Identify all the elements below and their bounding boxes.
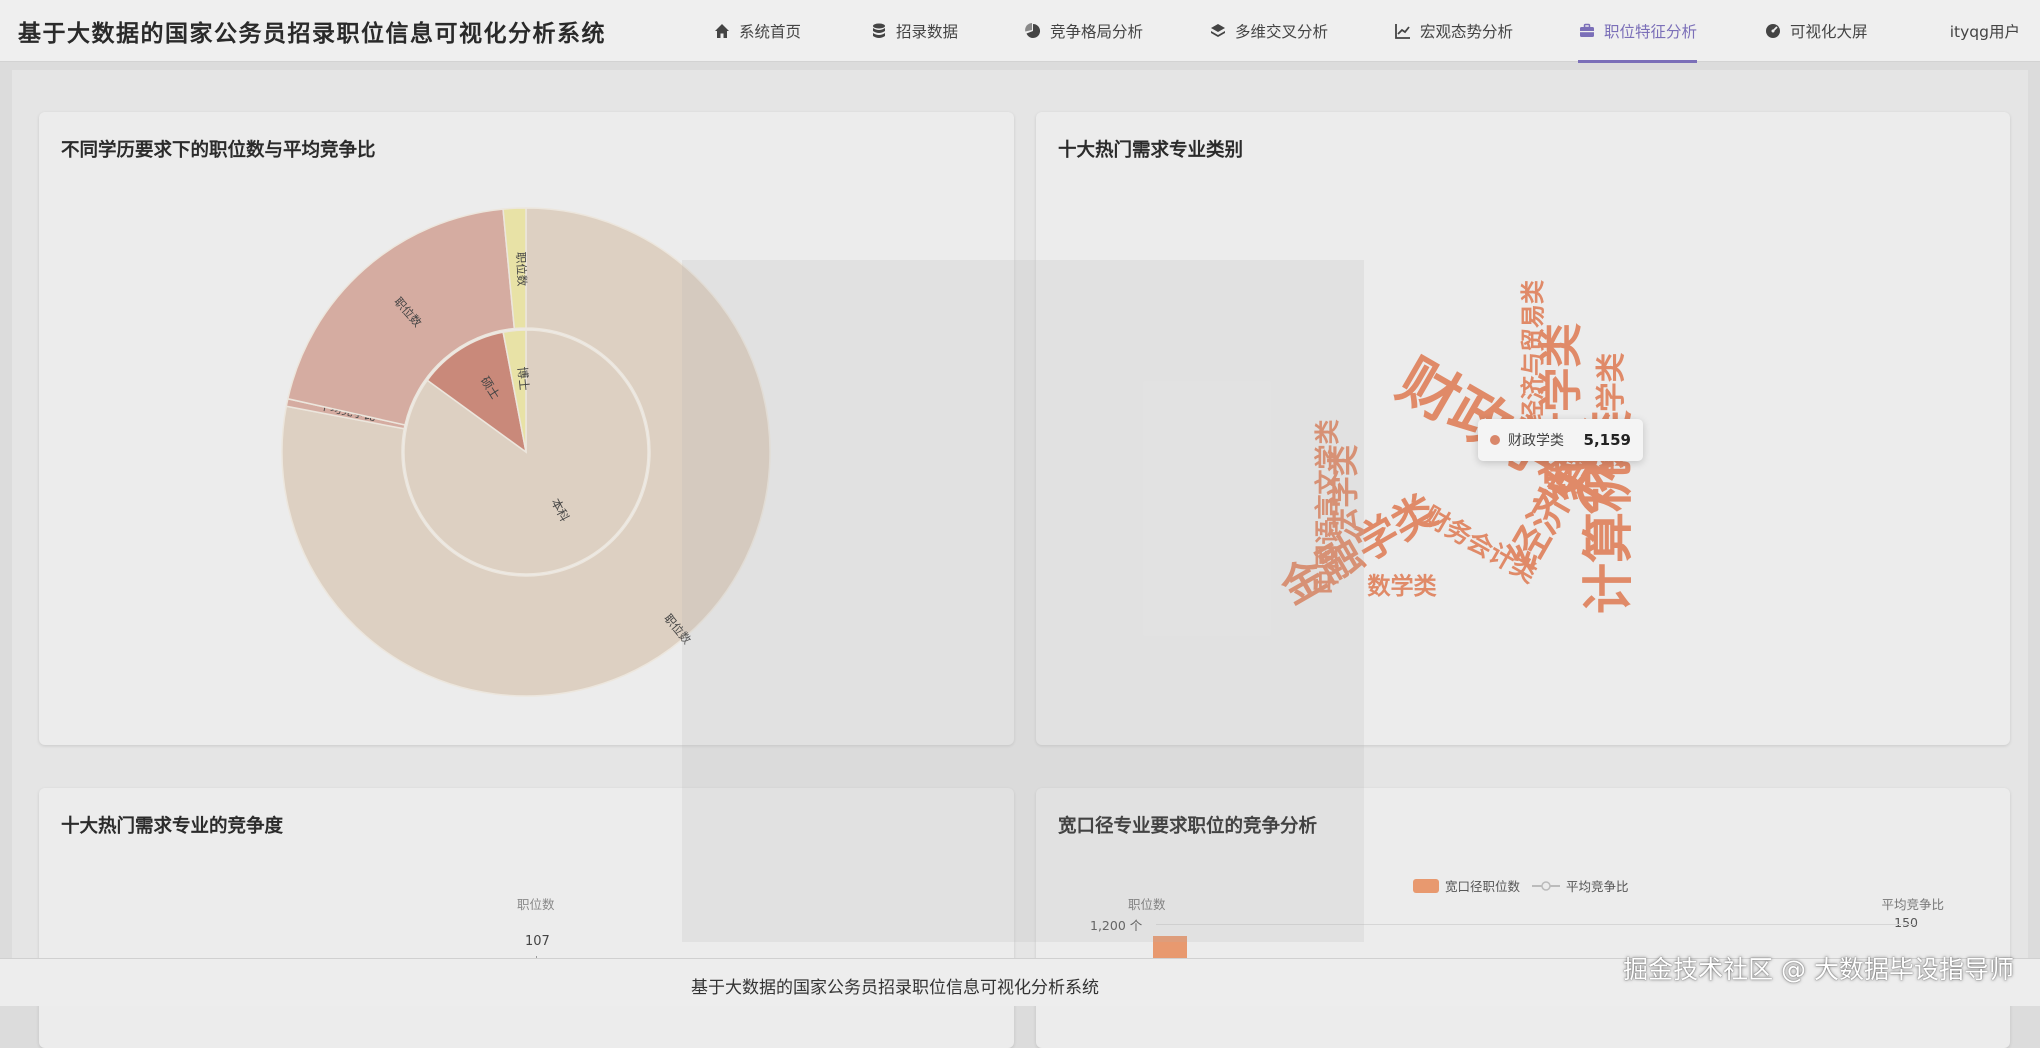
user-menu[interactable]: ityqg用户: [1950, 0, 2020, 62]
nav-recruitment-data[interactable]: 招录数据: [870, 0, 958, 62]
legend-line-swatch: [1532, 880, 1561, 891]
nav-cross-analysis-label: 多维交叉分析: [1235, 23, 1329, 41]
nav-position-features-label: 职位特征分析: [1604, 23, 1698, 41]
nav-macro-trend[interactable]: 宏观态势分析: [1394, 0, 1513, 62]
nav-dashboard-label: 可视化大屏: [1790, 23, 1868, 41]
competition-ylabel: 职位数: [517, 897, 555, 912]
pie-inner-label-2: 博士: [515, 366, 532, 391]
legend-line-label: 平均竞争比: [1566, 879, 1629, 894]
main-content: 不同学历要求下的职位数与平均竞争比 本科硕士博士职位数平均竞争比职位数职位数 十…: [12, 70, 2028, 1048]
wordcloud-tooltip: 财政学类 5,159: [1478, 419, 1643, 461]
legend-bar-label: 宽口径职位数: [1445, 879, 1521, 894]
broad-right-tick: 150: [1894, 915, 1918, 930]
top-navigation-bar: 基于大数据的国家公务员招录职位信息可视化分析系统 系统首页 招录数据 竞争格局分…: [0, 0, 2040, 63]
nav-cross-analysis[interactable]: 多维交叉分析: [1209, 0, 1328, 62]
competition-data-label: 107: [525, 934, 550, 949]
home-icon: [715, 24, 729, 38]
database-icon: [873, 23, 885, 38]
tooltip-value: 5,159: [1583, 431, 1631, 449]
pie-outer-label-3: 职位数: [514, 251, 530, 287]
major-competition-title: 十大热门需求专业的竞争度: [61, 816, 284, 837]
legend-bar-swatch: [1413, 878, 1439, 893]
active-tab-indicator: [1578, 60, 1698, 63]
overlay-illustration: [682, 260, 1364, 942]
nav-dashboard[interactable]: 可视化大屏: [1764, 0, 1868, 62]
nav-home-label: 系统首页: [739, 23, 802, 41]
wordcloud-word-9[interactable]: 经济与贸易类: [1519, 279, 1547, 424]
layers-icon: [1211, 24, 1225, 37]
line-chart-icon: [1395, 24, 1410, 39]
nav-recruitment-data-label: 招录数据: [896, 23, 959, 41]
nav-macro-trend-label: 宏观态势分析: [1420, 23, 1514, 41]
nav-competition-analysis-label: 竞争格局分析: [1050, 23, 1144, 41]
watermark-text: 掘金技术社区 @ 大数据毕设指导师: [1623, 955, 2014, 984]
tooltip-dot: [1490, 435, 1500, 445]
user-name: ityqg用户: [1949, 23, 2020, 41]
app-title: 基于大数据的国家公务员招录职位信息可视化分析系统: [18, 20, 606, 47]
nav-position-features[interactable]: 职位特征分析: [1578, 0, 1698, 63]
nav-competition-analysis[interactable]: 竞争格局分析: [1024, 0, 1143, 62]
broad-right-ylabel: 平均竞争比: [1881, 897, 1944, 912]
tooltip-label: 财政学类: [1508, 433, 1564, 449]
dashboard-icon: [1766, 24, 1780, 38]
wordcloud-word-10[interactable]: 数学类: [1367, 573, 1437, 600]
nav-home[interactable]: 系统首页: [713, 0, 801, 62]
pie-chart-icon: [1025, 23, 1041, 38]
footer-text: 基于大数据的国家公务员招录职位信息可视化分析系统: [691, 978, 1099, 998]
briefcase-icon: [1580, 23, 1594, 37]
broad-major-legend: 宽口径职位数 平均竞争比: [1413, 876, 1629, 895]
